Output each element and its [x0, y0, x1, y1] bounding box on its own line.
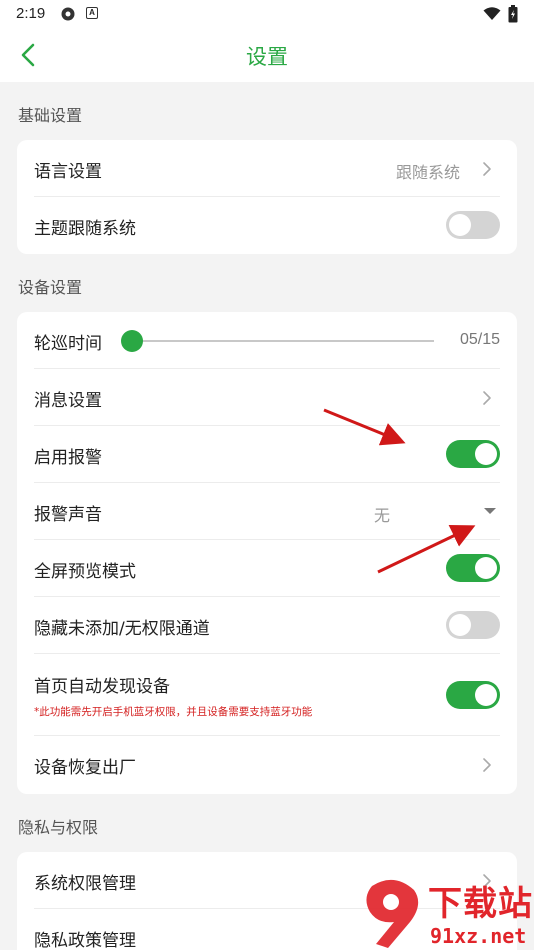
toggle-knob [475, 684, 497, 706]
theme-toggle[interactable] [446, 211, 500, 239]
toggle-knob [475, 557, 497, 579]
wifi-icon [483, 6, 501, 25]
auto-discover-note: *此功能需先开启手机蓝牙权限，并且设备需要支持蓝牙功能 [34, 706, 313, 718]
watermark-main-text: 下载站 [428, 884, 533, 924]
row-fullscreen-preview: 全屏预览模式 [34, 540, 500, 597]
fullscreen-label: 全屏预览模式 [34, 562, 136, 582]
theme-label: 主题跟随系统 [34, 219, 136, 239]
dropdown-arrow-icon[interactable] [484, 508, 496, 514]
policy-label: 隐私政策管理 [34, 931, 136, 950]
patrol-value: 05/15 [459, 331, 500, 348]
row-alarm-sound[interactable]: 报警声音 无 [34, 483, 500, 540]
section-title-basic: 基础设置 [18, 106, 83, 125]
row-factory-reset[interactable]: 设备恢复出厂 [34, 736, 500, 793]
permissions-label: 系统权限管理 [34, 874, 136, 894]
row-patrol-time: 轮巡时间 05/15 [34, 312, 500, 369]
alarm-label: 启用报警 [34, 448, 102, 468]
toggle-knob [475, 443, 497, 465]
section-title-privacy: 隐私与权限 [18, 818, 99, 837]
hide-channels-toggle[interactable] [446, 611, 500, 639]
patrol-slider-thumb[interactable] [121, 330, 143, 352]
status-bar: 2:19 A [0, 0, 534, 28]
row-message-settings[interactable]: 消息设置 [34, 369, 500, 426]
card-device-settings: 轮巡时间 05/15 消息设置 启用报警 报警声音 无 全屏预览模式 隐藏未添加… [17, 312, 517, 794]
card-basic-settings: 语言设置 跟随系统 主题跟随系统 [17, 140, 517, 254]
row-language[interactable]: 语言设置 跟随系统 [34, 140, 500, 197]
row-theme: 主题跟随系统 [34, 197, 500, 254]
status-time: 2:19 [16, 5, 46, 22]
chevron-right-icon [483, 758, 491, 772]
battery-icon [508, 5, 518, 27]
message-label: 消息设置 [34, 391, 102, 411]
alarm-sound-label: 报警声音 [34, 505, 102, 525]
row-enable-alarm: 启用报警 [34, 426, 500, 483]
row-auto-discover: 首页自动发现设备 *此功能需先开启手机蓝牙权限，并且设备需要支持蓝牙功能 [34, 654, 500, 736]
a-notification-icon: A [86, 7, 98, 19]
alarm-sound-value: 无 [373, 506, 390, 525]
patrol-label: 轮巡时间 [34, 334, 102, 354]
toggle-knob [449, 214, 471, 236]
factory-reset-label: 设备恢复出厂 [34, 758, 136, 778]
auto-discover-label: 首页自动发现设备 [34, 677, 170, 697]
language-label: 语言设置 [34, 162, 102, 182]
chevron-right-icon [483, 162, 491, 176]
row-hide-channels: 隐藏未添加/无权限通道 [34, 597, 500, 654]
watermark: 下载站 91xz.net [358, 876, 534, 950]
chevron-right-icon [483, 391, 491, 405]
auto-discover-toggle[interactable] [446, 681, 500, 709]
language-value: 跟随系统 [395, 163, 460, 182]
page-title: 设置 [246, 45, 288, 69]
fullscreen-toggle[interactable] [446, 554, 500, 582]
section-title-device: 设备设置 [18, 278, 83, 297]
hide-channels-label: 隐藏未添加/无权限通道 [34, 619, 210, 639]
patrol-slider-track[interactable] [134, 340, 434, 342]
top-app-bar: 设置 [0, 28, 534, 82]
watermark-sub-text: 91xz.net [430, 924, 527, 948]
watermark-logo-icon [366, 879, 419, 948]
alarm-toggle[interactable] [446, 440, 500, 468]
toggle-knob [449, 614, 471, 636]
settings-notification-icon [60, 6, 76, 26]
